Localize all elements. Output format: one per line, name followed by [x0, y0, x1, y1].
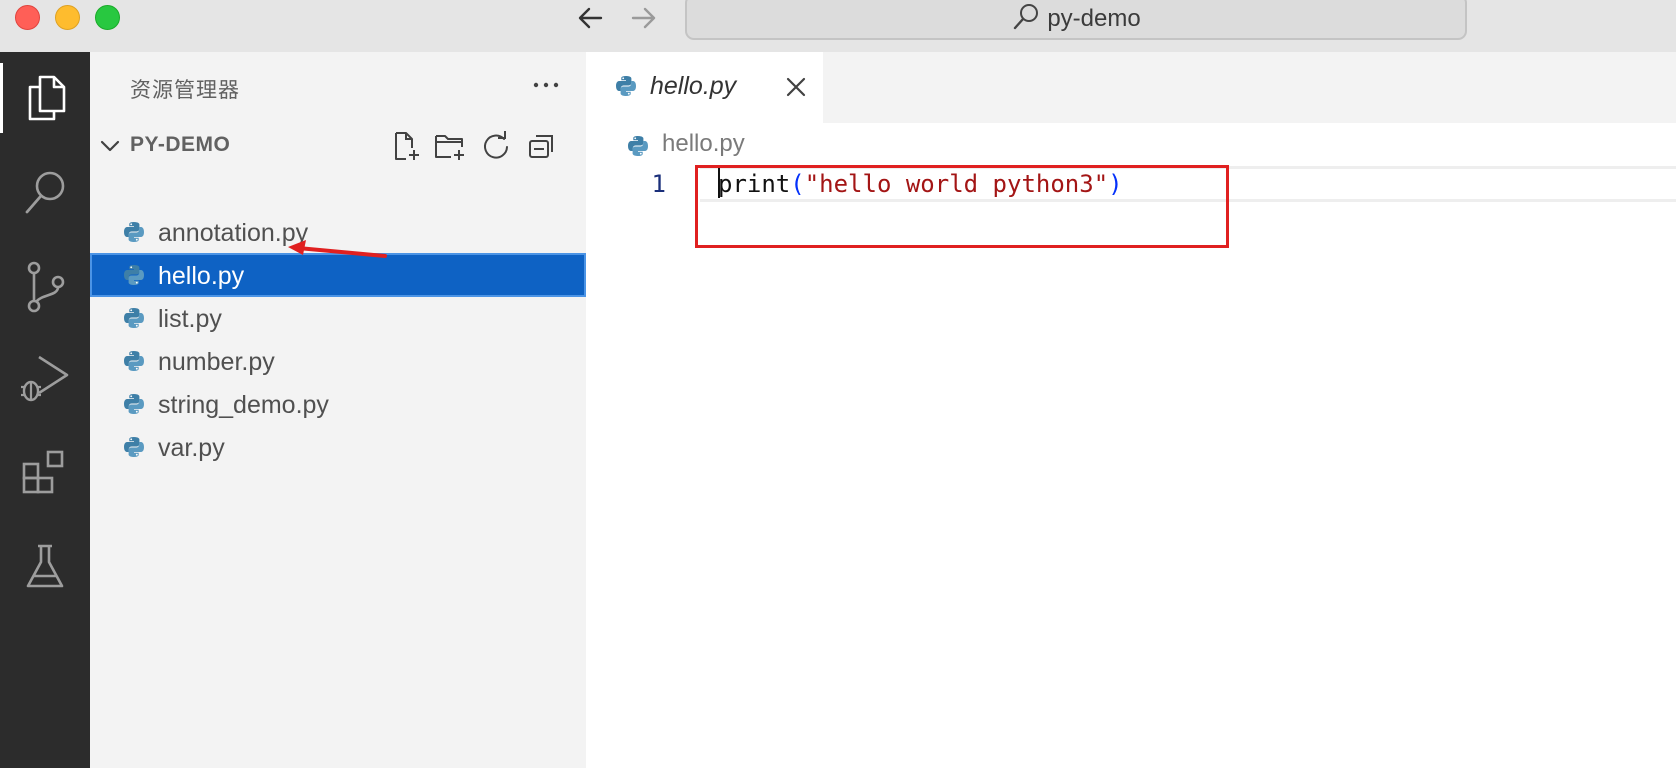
python-file-icon — [122, 220, 146, 244]
file-name: hello.py — [158, 262, 245, 290]
file-item-var-py[interactable]: var.py — [90, 425, 586, 469]
annotation-highlight-box — [695, 165, 1229, 248]
python-file-icon — [122, 349, 146, 373]
run-debug-icon[interactable] — [0, 344, 90, 414]
file-name: string_demo.py — [158, 391, 329, 419]
testing-icon[interactable] — [0, 532, 90, 602]
new-file-icon[interactable] — [388, 128, 424, 164]
search-sidebar-icon[interactable] — [0, 158, 90, 228]
explorer-sidebar: 资源管理器 PY-DEMO annotation.py hello.py lis… — [90, 52, 586, 768]
minimize-window-button[interactable] — [55, 5, 80, 30]
back-arrow-icon[interactable] — [573, 0, 609, 36]
python-file-icon — [614, 74, 638, 98]
file-item-string-demo-py[interactable]: string_demo.py — [90, 382, 586, 426]
python-file-icon — [122, 306, 146, 330]
editor-area: hello.py hello.py 1 print("hello world p… — [586, 52, 1676, 768]
file-name: list.py — [158, 305, 222, 333]
tab-strip: hello.py — [586, 52, 1676, 123]
python-file-icon — [122, 435, 146, 459]
new-folder-icon[interactable] — [432, 128, 468, 164]
command-center-text: py-demo — [1047, 5, 1141, 32]
refresh-icon[interactable] — [478, 128, 514, 164]
title-bar: py-demo — [0, 0, 1676, 52]
chevron-down-icon — [96, 132, 124, 160]
annotation-arrow — [288, 240, 387, 258]
collapse-all-icon[interactable] — [524, 128, 560, 164]
command-center[interactable]: py-demo — [685, 0, 1467, 40]
file-name: var.py — [158, 434, 225, 462]
python-file-icon — [122, 392, 146, 416]
extensions-icon[interactable] — [0, 438, 90, 508]
sidebar-title: 资源管理器 — [130, 79, 240, 102]
folder-header[interactable]: PY-DEMO — [90, 124, 586, 168]
python-file-icon — [626, 134, 648, 156]
file-name: number.py — [158, 348, 275, 376]
forward-arrow-icon[interactable] — [625, 0, 661, 36]
activity-bar — [0, 52, 90, 768]
python-file-icon — [122, 263, 146, 287]
more-actions-icon[interactable] — [526, 68, 566, 102]
tab-label: hello.py — [650, 72, 737, 100]
tab-hello-py[interactable]: hello.py — [586, 52, 823, 123]
line-number: 1 — [651, 170, 666, 198]
breadcrumb-file: hello.py — [662, 130, 745, 157]
close-window-button[interactable] — [15, 5, 40, 30]
file-item-list-py[interactable]: list.py — [90, 296, 586, 340]
search-icon — [1011, 2, 1041, 37]
maximize-window-button[interactable] — [95, 5, 120, 30]
files-icon[interactable] — [0, 63, 90, 133]
file-item-number-py[interactable]: number.py — [90, 339, 586, 383]
folder-name: PY-DEMO — [130, 133, 231, 156]
source-control-icon[interactable] — [0, 252, 90, 322]
close-tab-icon[interactable] — [781, 72, 811, 102]
